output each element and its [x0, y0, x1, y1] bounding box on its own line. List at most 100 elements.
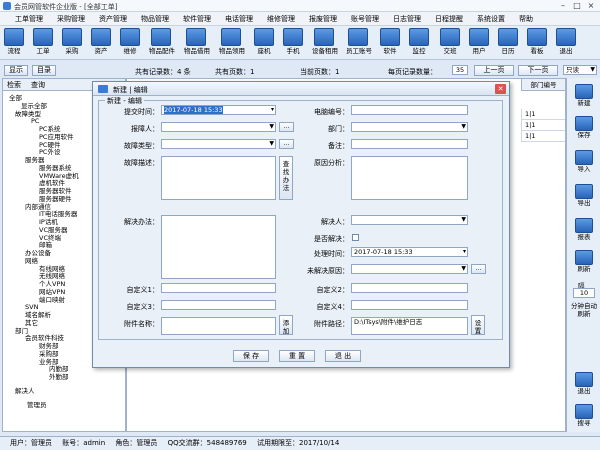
- per-page-input[interactable]: 35: [452, 65, 468, 75]
- table-row[interactable]: 1|1: [521, 109, 565, 120]
- toolbar-borrow-button[interactable]: 物品借用: [184, 28, 210, 58]
- filter-select[interactable]: 只读 ▼: [563, 65, 597, 75]
- qq-group: QQ交流群：548489769: [167, 439, 247, 447]
- custom4-input[interactable]: [351, 300, 468, 310]
- interval-input[interactable]: 10: [573, 288, 595, 298]
- attach-name-input[interactable]: [161, 317, 276, 335]
- note-input[interactable]: [351, 139, 468, 149]
- custom1-input[interactable]: [161, 283, 276, 293]
- toolbar-phone-button[interactable]: 座机: [252, 28, 276, 58]
- toolbar-flow-button[interactable]: 流程: [2, 28, 26, 58]
- menu-item[interactable]: 物品管理: [134, 12, 176, 25]
- toolbar-repair-button[interactable]: 维修: [118, 28, 142, 58]
- toolbar-software-button[interactable]: 软件: [378, 28, 402, 58]
- save-button[interactable]: 保存: [570, 116, 598, 142]
- toolbar-monitor-button[interactable]: 监控: [407, 28, 431, 58]
- tree-node[interactable]: 解决人: [5, 387, 123, 396]
- import-button[interactable]: 导入: [570, 150, 598, 176]
- menu-item[interactable]: 帮助: [512, 12, 540, 25]
- menu-item[interactable]: 维修管理: [260, 12, 302, 25]
- toolbar-ticket-button[interactable]: 工单: [31, 28, 55, 58]
- search-button[interactable]: 搜寻: [570, 404, 598, 430]
- toolbar-purchase-button[interactable]: 采购: [60, 28, 84, 58]
- tab-query[interactable]: 查询: [31, 80, 45, 90]
- close-icon[interactable]: ×: [584, 0, 598, 11]
- toolbar-exit-button[interactable]: 退出: [554, 28, 578, 58]
- toolbar-mobile-button[interactable]: 手机: [281, 28, 305, 58]
- next-page-button[interactable]: 下一页: [518, 65, 558, 76]
- catalog-button[interactable]: 目录: [32, 65, 56, 76]
- window-title: 会员网管软件企业版 - [全部工单]: [14, 3, 118, 11]
- refresh-button[interactable]: 刷新: [570, 250, 598, 276]
- set-path-button[interactable]: 设置: [471, 315, 485, 335]
- tab-search[interactable]: 检索: [7, 80, 21, 90]
- user-value: 管理员: [31, 439, 52, 447]
- menu-item[interactable]: 资产管理: [92, 12, 134, 25]
- menu-item[interactable]: 日志管理: [386, 12, 428, 25]
- custom2-input[interactable]: [351, 283, 468, 293]
- menu-item[interactable]: 采购管理: [50, 12, 92, 25]
- exit-button[interactable]: 退 出: [325, 350, 361, 362]
- custom3-input[interactable]: [161, 300, 276, 310]
- dialog-title: 新建 | 编辑: [113, 86, 148, 94]
- fault-type-select[interactable]: ▼: [161, 139, 276, 149]
- asset-icon: [91, 28, 111, 46]
- attach-path-label: 附件路径：: [314, 320, 349, 328]
- menu-item[interactable]: 电话管理: [218, 12, 260, 25]
- unresolved-label: 未解决原因：: [307, 267, 349, 275]
- minimize-icon[interactable]: –: [556, 0, 570, 11]
- resolved-checkbox[interactable]: [352, 234, 359, 241]
- submit-time-field[interactable]: 2017-07-18 15:33 ▾: [161, 105, 276, 115]
- save-button[interactable]: 保 存: [233, 350, 269, 362]
- pc-no-input[interactable]: [351, 105, 468, 115]
- exit-button[interactable]: 退出: [570, 372, 598, 398]
- resolver-select[interactable]: ▼: [351, 215, 468, 225]
- toolbar-rent-button[interactable]: 设备租用: [312, 28, 338, 58]
- toolbar-asset-button[interactable]: 资产: [89, 28, 113, 58]
- dialog-close-icon[interactable]: ✕: [495, 84, 506, 94]
- report-button[interactable]: 报表: [570, 218, 598, 244]
- calendar-dropdown-icon: ▾: [270, 106, 274, 113]
- toolbar-parts-button[interactable]: 物品配件: [149, 28, 175, 58]
- column-header-dept[interactable]: 部门编号: [521, 79, 565, 91]
- reset-button[interactable]: 重 置: [279, 350, 315, 362]
- toolbar-calendar-button[interactable]: 日历: [496, 28, 520, 58]
- menu-item[interactable]: 账号管理: [344, 12, 386, 25]
- table-row[interactable]: 1|1: [521, 131, 565, 142]
- maximize-icon[interactable]: □: [570, 0, 584, 11]
- menu-item[interactable]: 软件管理: [176, 12, 218, 25]
- toolbar-receive-button[interactable]: 物品领用: [219, 28, 245, 58]
- menu-item[interactable]: 系统设置: [470, 12, 512, 25]
- tree-node[interactable]: 外勤部: [5, 373, 123, 382]
- chevron-down-icon: ▼: [269, 123, 274, 130]
- tree-node[interactable]: 管理员: [5, 401, 123, 410]
- phone-icon: [254, 28, 274, 46]
- cause-textarea[interactable]: [351, 156, 468, 200]
- toolbar-account-button[interactable]: 员工账号: [346, 28, 372, 58]
- solution-textarea[interactable]: [161, 215, 276, 279]
- show-button[interactable]: 显示: [4, 65, 28, 76]
- toolbar-board-button[interactable]: 看板: [525, 28, 549, 58]
- unresolved-select[interactable]: ▼: [351, 264, 468, 274]
- attach-path-input[interactable]: D:\ITsys\附件\维护日志: [351, 317, 468, 335]
- prev-page-button[interactable]: 上一页: [474, 65, 514, 76]
- menu-item[interactable]: 日程提醒: [428, 12, 470, 25]
- report-icon: [575, 218, 593, 233]
- unresolved-browse-button[interactable]: …: [471, 264, 486, 274]
- process-time-field[interactable]: 2017-07-18 15:33 ▾: [351, 247, 468, 257]
- role-label: 角色：: [115, 439, 137, 447]
- app-icon: [3, 2, 11, 10]
- fault-desc-label: 故障描述：: [124, 159, 159, 167]
- toolbar-shift-button[interactable]: 交班: [438, 28, 462, 58]
- reporter-select[interactable]: ▼: [161, 122, 276, 132]
- export-button[interactable]: 导出: [570, 184, 598, 210]
- custom3-label: 自定义3：: [126, 303, 159, 311]
- menu-item[interactable]: 报废管理: [302, 12, 344, 25]
- fault-desc-textarea[interactable]: [161, 156, 276, 200]
- menu-item[interactable]: 工单管理: [8, 12, 50, 25]
- toolbar-user-button[interactable]: 用户: [467, 28, 491, 58]
- dept-select[interactable]: ▼: [351, 122, 468, 132]
- table-row[interactable]: 1|1: [521, 120, 565, 131]
- new-button[interactable]: 新建: [570, 84, 598, 110]
- user-label: 用户：: [10, 439, 31, 447]
